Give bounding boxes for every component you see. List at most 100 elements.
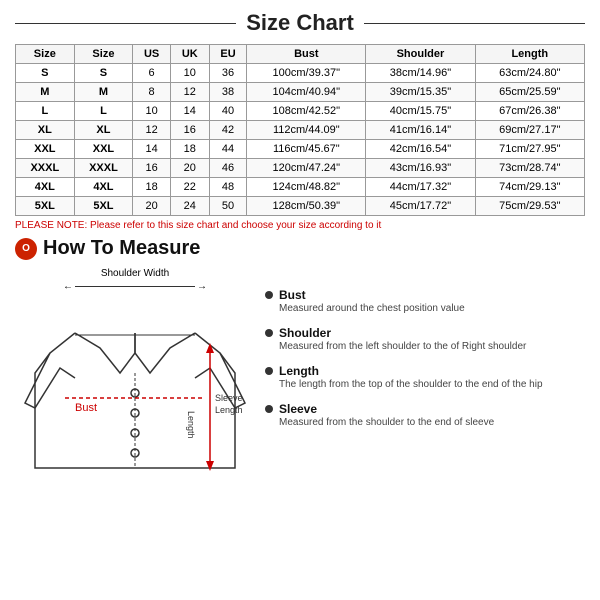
table-cell: 12	[133, 121, 171, 140]
table-cell: 104cm/40.94"	[247, 83, 366, 102]
bullet-icon	[265, 405, 273, 413]
table-cell: M	[16, 83, 75, 102]
table-row: LL101440108cm/42.52"40cm/15.75"67cm/26.3…	[16, 102, 585, 121]
table-row: 5XL5XL202450128cm/50.39"45cm/17.72"75cm/…	[16, 197, 585, 216]
col-bust: Bust	[247, 45, 366, 64]
svg-text:Bust: Bust	[75, 402, 97, 414]
table-cell: XXL	[74, 140, 133, 159]
table-cell: 10	[170, 64, 209, 83]
table-cell: 124cm/48.82"	[247, 178, 366, 197]
table-cell: 8	[133, 83, 171, 102]
table-cell: 5XL	[16, 197, 75, 216]
note-text: PLEASE NOTE: Please refer to this size c…	[15, 220, 585, 231]
table-cell: 14	[133, 140, 171, 159]
table-cell: XXL	[16, 140, 75, 159]
desc-title: Shoulder	[279, 326, 526, 340]
desc-body: Measured from the shoulder to the end of…	[279, 416, 494, 430]
table-cell: 73cm/28.74"	[475, 159, 584, 178]
table-cell: XL	[16, 121, 75, 140]
table-cell: S	[74, 64, 133, 83]
table-row: XLXL121642112cm/44.09"41cm/16.14"69cm/27…	[16, 121, 585, 140]
how-to-title-text: How To Measure	[43, 237, 200, 260]
desc-title: Length	[279, 364, 543, 378]
table-cell: 22	[170, 178, 209, 197]
desc-text-group: ShoulderMeasured from the left shoulder …	[279, 326, 526, 354]
table-cell: 42cm/16.54"	[366, 140, 475, 159]
table-cell: 12	[170, 83, 209, 102]
table-cell: 116cm/45.67"	[247, 140, 366, 159]
table-cell: 36	[209, 64, 247, 83]
table-cell: 16	[133, 159, 171, 178]
col-us: US	[133, 45, 171, 64]
circle-icon: O	[15, 238, 37, 260]
col-uk: UK	[170, 45, 209, 64]
col-eu: EU	[209, 45, 247, 64]
descriptions: BustMeasured around the chest position v…	[265, 268, 585, 590]
svg-text:Length: Length	[215, 405, 243, 415]
table-cell: 20	[133, 197, 171, 216]
table-cell: 48	[209, 178, 247, 197]
title-row: Size Chart	[15, 10, 585, 36]
title-line-right	[364, 23, 585, 24]
table-row: 4XL4XL182248124cm/48.82"44cm/17.32"74cm/…	[16, 178, 585, 197]
svg-text:Length: Length	[186, 411, 196, 439]
table-cell: 38cm/14.96"	[366, 64, 475, 83]
table-row: SS61036100cm/39.37"38cm/14.96"63cm/24.80…	[16, 64, 585, 83]
table-cell: 71cm/27.95"	[475, 140, 584, 159]
svg-text:Sleeve: Sleeve	[215, 393, 243, 403]
table-cell: 18	[170, 140, 209, 159]
table-cell: 46	[209, 159, 247, 178]
table-cell: 120cm/47.24"	[247, 159, 366, 178]
desc-item-sleeve: SleeveMeasured from the shoulder to the …	[265, 402, 585, 430]
table-cell: 39cm/15.35"	[366, 83, 475, 102]
table-cell: XL	[74, 121, 133, 140]
table-cell: 42	[209, 121, 247, 140]
title-line-left	[15, 23, 236, 24]
table-cell: 69cm/27.17"	[475, 121, 584, 140]
table-cell: M	[74, 83, 133, 102]
bottom-section: Shoulder Width ← →	[15, 268, 585, 590]
bullet-icon	[265, 291, 273, 299]
table-cell: 75cm/29.53"	[475, 197, 584, 216]
shoulder-width-label: Shoulder Width	[15, 268, 255, 279]
arrow-right-icon: →	[197, 281, 207, 292]
page: Size Chart Size Size US UK EU Bust Shoul…	[0, 0, 600, 600]
table-cell: 45cm/17.72"	[366, 197, 475, 216]
desc-text-group: BustMeasured around the chest position v…	[279, 288, 465, 316]
table-cell: 128cm/50.39"	[247, 197, 366, 216]
col-size2: Size	[74, 45, 133, 64]
table-cell: 44	[209, 140, 247, 159]
table-cell: 41cm/16.14"	[366, 121, 475, 140]
table-cell: 65cm/25.59"	[475, 83, 584, 102]
table-cell: 14	[170, 102, 209, 121]
table-cell: 40	[209, 102, 247, 121]
table-cell: 100cm/39.37"	[247, 64, 366, 83]
page-title: Size Chart	[246, 10, 354, 36]
desc-title: Bust	[279, 288, 465, 302]
table-cell: L	[16, 102, 75, 121]
desc-text-group: SleeveMeasured from the shoulder to the …	[279, 402, 494, 430]
table-cell: L	[74, 102, 133, 121]
table-cell: 10	[133, 102, 171, 121]
diagram-area: Shoulder Width ← →	[15, 268, 255, 590]
table-cell: 38	[209, 83, 247, 102]
desc-title: Sleeve	[279, 402, 494, 416]
table-row: XXLXXL141844116cm/45.67"42cm/16.54"71cm/…	[16, 140, 585, 159]
table-cell: 4XL	[16, 178, 75, 197]
table-cell: XXXL	[74, 159, 133, 178]
desc-body: Measured around the chest position value	[279, 302, 465, 316]
col-length: Length	[475, 45, 584, 64]
size-table: Size Size US UK EU Bust Shoulder Length …	[15, 44, 585, 216]
table-cell: 4XL	[74, 178, 133, 197]
desc-item-length: LengthThe length from the top of the sho…	[265, 364, 585, 392]
table-cell: 74cm/29.13"	[475, 178, 584, 197]
desc-body: The length from the top of the shoulder …	[279, 378, 543, 392]
table-cell: 18	[133, 178, 171, 197]
table-cell: 40cm/15.75"	[366, 102, 475, 121]
desc-item-shoulder: ShoulderMeasured from the left shoulder …	[265, 326, 585, 354]
bullet-icon	[265, 329, 273, 337]
desc-body: Measured from the left shoulder to the o…	[279, 340, 526, 354]
table-cell: 67cm/26.38"	[475, 102, 584, 121]
col-shoulder: Shoulder	[366, 45, 475, 64]
table-header-row: Size Size US UK EU Bust Shoulder Length	[16, 45, 585, 64]
